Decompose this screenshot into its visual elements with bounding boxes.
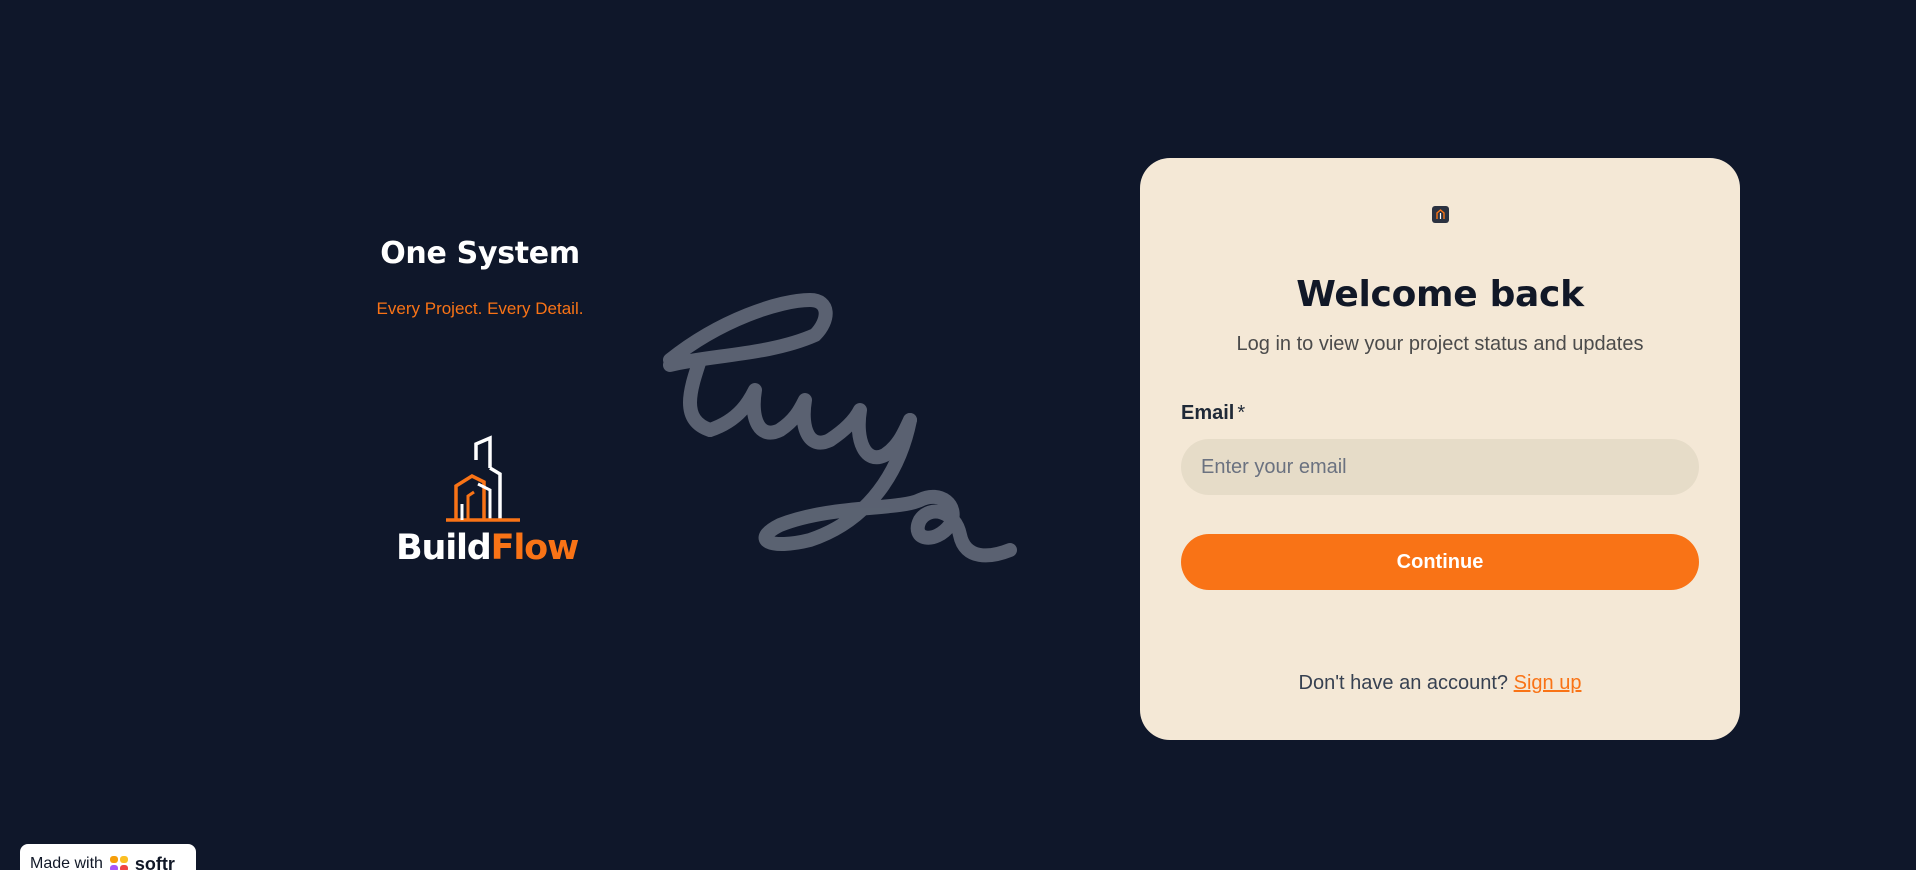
continue-button[interactable]: Continue <box>1181 534 1699 590</box>
logo-word-flow: Flow <box>490 528 580 568</box>
brand-tagline: Every Project. Every Detail. <box>376 299 584 318</box>
login-subtitle: Log in to view your project status and u… <box>1236 333 1644 355</box>
signup-link[interactable]: Sign up <box>1514 672 1582 694</box>
brand-title: One System <box>380 236 580 271</box>
signup-row: Don't have an account? Sign up <box>1140 672 1740 695</box>
made-with-softr-badge[interactable]: Made with softr <box>20 844 196 870</box>
email-label-text: Email <box>1181 402 1235 424</box>
logo-word-build: Build <box>396 528 492 568</box>
email-input[interactable] <box>1181 439 1699 495</box>
email-label: Email * <box>1181 402 1245 425</box>
app-icon <box>1432 206 1449 223</box>
signup-prompt: Don't have an account? <box>1298 672 1509 694</box>
login-page: One System Every Project. Every Detail. … <box>0 0 1916 870</box>
buildflow-logo: BuildFlow <box>396 528 580 568</box>
handwritten-watermark <box>660 290 1030 680</box>
welcome-heading: Welcome back <box>1296 274 1584 315</box>
required-mark: * <box>1237 402 1246 424</box>
softr-logo-icon <box>109 854 129 870</box>
login-card: Welcome back Log in to view your project… <box>1140 158 1740 740</box>
badge-text: Made with <box>30 855 103 870</box>
badge-brand: softr <box>134 854 175 870</box>
